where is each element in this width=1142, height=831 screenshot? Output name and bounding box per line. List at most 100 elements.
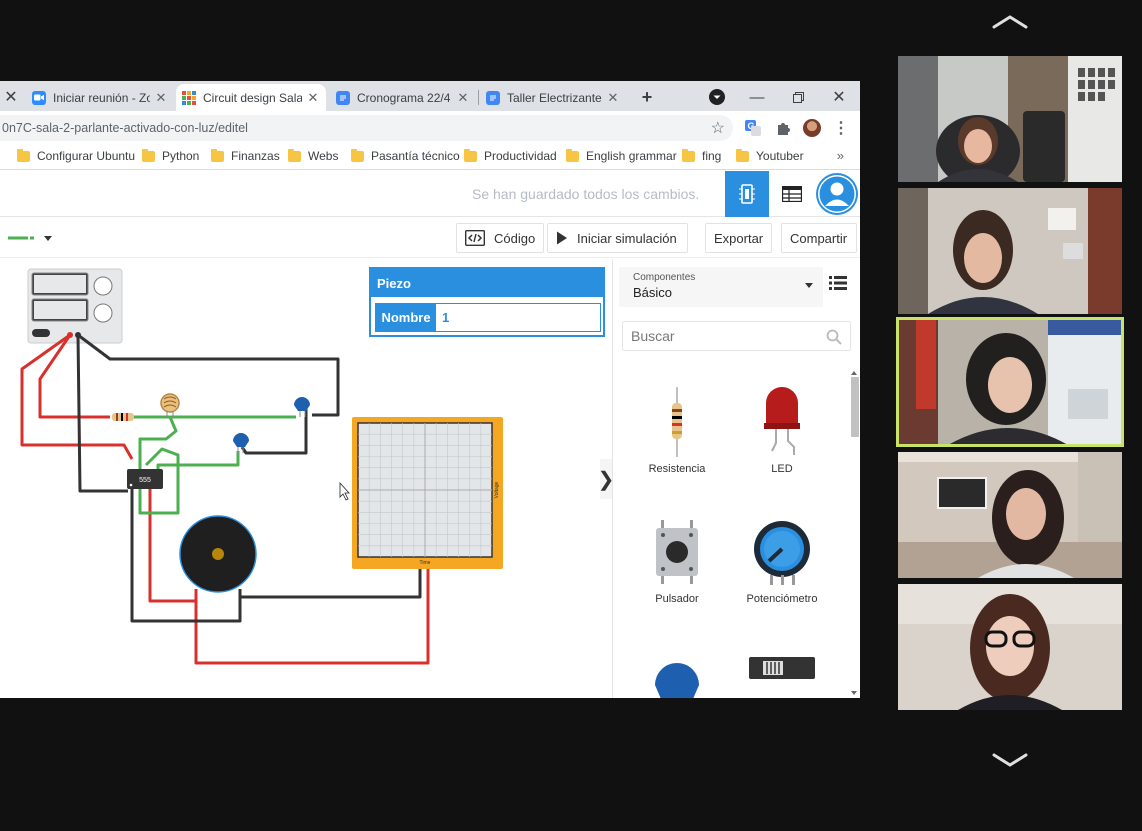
extensions-puzzle-icon[interactable]: [774, 119, 792, 137]
caret-down-icon: [805, 283, 813, 288]
new-tab-plus-icon[interactable]: +: [636, 86, 658, 108]
folder-icon: [142, 148, 155, 162]
bookmark-item[interactable]: Productividad: [464, 148, 557, 163]
folder-icon: [211, 148, 224, 162]
participant-video[interactable]: [898, 188, 1122, 314]
folder-icon: [736, 148, 749, 162]
bookmarks-overflow[interactable]: »: [837, 148, 844, 163]
gallery-scroll-down-chevron-icon[interactable]: [990, 750, 1030, 770]
save-status: Se han guardado todos los cambios.: [472, 186, 700, 202]
oscilloscope-time-label: Time: [420, 560, 431, 566]
tab-taller[interactable]: Taller Electrizante 2 ✕: [480, 84, 626, 111]
component-resistor[interactable]: Resistencia: [627, 385, 727, 475]
folder-icon: [351, 148, 364, 162]
participant-video[interactable]: [898, 56, 1122, 182]
bookmark-item[interactable]: Python: [142, 148, 199, 163]
tab-cronograma[interactable]: Cronograma 22/4 - ✕: [330, 84, 476, 111]
slide-switch-icon: [732, 645, 832, 698]
search-icon[interactable]: [826, 329, 842, 350]
circuit-board-icon: [739, 184, 755, 204]
close-icon[interactable]: ✕: [306, 90, 320, 106]
capacitor-component[interactable]: [294, 397, 310, 417]
shared-screen: ✕ Iniciar reunión - Zoom ✕ Circuit desig…: [0, 81, 860, 698]
component-pushbutton[interactable]: Pulsador: [627, 515, 727, 605]
close-icon[interactable]: ✕: [154, 90, 168, 106]
component-potentiometer[interactable]: Potenciómetro: [732, 515, 832, 605]
timer-555-chip[interactable]: 555: [127, 469, 163, 489]
participant-video-active-speaker[interactable]: [896, 317, 1124, 447]
folder-icon: [288, 148, 301, 162]
folder-icon: [682, 148, 695, 162]
profile-avatar-icon[interactable]: [803, 119, 821, 137]
gallery-scroll-up-chevron-icon[interactable]: [990, 12, 1030, 32]
bookmark-item[interactable]: Webs: [288, 148, 338, 163]
component-category-select[interactable]: Componentes Básico: [619, 267, 823, 307]
bookmark-item[interactable]: Youtuber: [736, 148, 804, 163]
name-field-value[interactable]: 1: [436, 304, 600, 331]
collapse-sidebar-chevron-icon[interactable]: ❯: [598, 459, 612, 499]
component-search: [622, 321, 851, 351]
share-button[interactable]: Compartir: [781, 223, 857, 253]
export-button[interactable]: Exportar: [705, 223, 773, 253]
code-button[interactable]: Código: [456, 223, 545, 253]
address-bar[interactable]: 0n7C-sala-2-parlante-activado-con-luz/ed…: [0, 115, 733, 141]
restore-icon[interactable]: [787, 86, 809, 108]
oscilloscope-component[interactable]: Time Voltage: [352, 417, 503, 569]
folder-icon: [464, 148, 477, 162]
potentiometer-icon: [732, 515, 832, 589]
bookmark-item[interactable]: fing: [682, 148, 721, 163]
sidebar-scroll-thumb[interactable]: [851, 377, 859, 437]
window-close-icon[interactable]: ✕: [828, 86, 850, 108]
tab-zoom[interactable]: Iniciar reunión - Zoom ✕: [26, 84, 174, 111]
component-inspector: Piezo Nombre 1: [369, 267, 605, 337]
capacitor-component[interactable]: [233, 433, 249, 453]
bookmark-item[interactable]: Pasantía técnico: [351, 148, 460, 163]
play-icon: [556, 231, 568, 245]
photoresistor-component[interactable]: [160, 393, 180, 417]
tab-search-icon[interactable]: [706, 86, 728, 108]
component-search-input[interactable]: [623, 322, 823, 350]
list-icon: [829, 276, 847, 290]
participant-video[interactable]: [898, 584, 1122, 710]
participant-video[interactable]: [898, 452, 1122, 578]
bookmark-item[interactable]: Finanzas: [211, 148, 280, 163]
close-icon[interactable]: ✕: [0, 86, 22, 108]
bookmark-item[interactable]: Configurar Ubuntu: [17, 148, 135, 163]
name-field-label: Nombre: [376, 304, 436, 331]
circuit-view-button[interactable]: [725, 171, 769, 217]
browser-tab-strip: ✕ Iniciar reunión - Zoom ✕ Circuit desig…: [0, 81, 860, 111]
name-field[interactable]: Nombre 1: [375, 303, 601, 332]
google-docs-icon: [486, 90, 500, 105]
tab-circuit-design[interactable]: Circuit design Sala 2 ✕: [176, 84, 326, 111]
folder-icon: [566, 148, 579, 162]
google-docs-icon: [336, 90, 350, 105]
component-capacitor[interactable]: [627, 645, 727, 698]
component-led[interactable]: LED: [732, 385, 832, 475]
user-avatar[interactable]: [816, 173, 858, 215]
zoom-icon: [32, 90, 46, 105]
chip-label: 555: [139, 477, 151, 484]
close-icon[interactable]: ✕: [456, 90, 470, 106]
oscilloscope-voltage-label: Voltage: [494, 481, 500, 498]
translate-icon[interactable]: G: [744, 119, 762, 137]
bookmark-item[interactable]: English grammar: [566, 148, 677, 163]
component-list-view-button[interactable]: [770, 171, 814, 217]
more-menu-icon[interactable]: ⋮: [832, 119, 850, 137]
minimize-icon[interactable]: —: [746, 86, 768, 108]
bookmark-star-icon[interactable]: ☆: [711, 118, 725, 138]
inspector-title: Piezo: [371, 269, 603, 297]
start-simulation-button[interactable]: Iniciar simulación: [547, 223, 688, 253]
list-view-toggle[interactable]: [829, 275, 847, 291]
wire-color-selector[interactable]: [6, 230, 56, 246]
action-bar: Código Iniciar simulación Exportar Compa…: [0, 218, 860, 258]
led-icon: [732, 385, 832, 459]
power-supply[interactable]: [27, 268, 123, 344]
component-slide-switch[interactable]: [732, 645, 832, 698]
close-icon[interactable]: ✕: [606, 90, 620, 106]
resistor-icon: [627, 385, 727, 459]
tinkercad-icon: [182, 90, 196, 105]
resistor-component[interactable]: [112, 413, 134, 421]
circuit-canvas[interactable]: 555 Time Voltage Piezo Nombre 1: [0, 259, 612, 698]
capacitor-icon: [627, 645, 727, 698]
piezo-buzzer-component[interactable]: [179, 515, 257, 593]
